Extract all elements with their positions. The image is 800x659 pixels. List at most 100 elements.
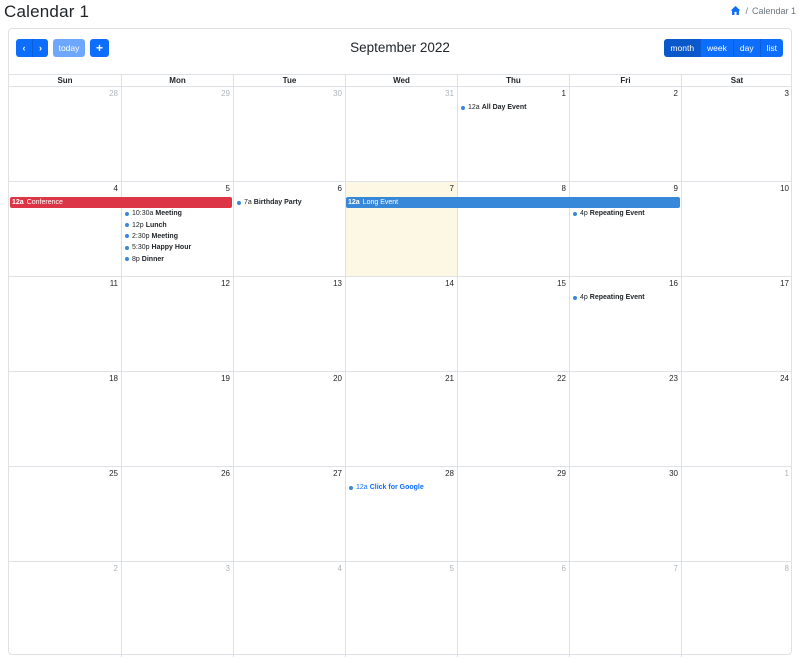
day-cell[interactable]: 30 — [569, 467, 681, 561]
day-cell[interactable]: 24 — [681, 372, 792, 466]
day-number[interactable]: 22 — [557, 374, 566, 383]
day-cell[interactable]: 5 — [345, 562, 457, 657]
day-number[interactable]: 24 — [780, 374, 789, 383]
day-number[interactable]: 30 — [333, 89, 342, 98]
day-cell[interactable]: 20 — [233, 372, 345, 466]
day-number[interactable]: 15 — [557, 279, 566, 288]
day-cell[interactable]: 1 — [681, 467, 792, 561]
day-number[interactable]: 8 — [562, 184, 566, 193]
day-cell[interactable]: 12 — [121, 277, 233, 371]
calendar-event[interactable]: 4p Repeating Event — [570, 208, 645, 219]
day-cell[interactable]: 2 — [569, 87, 681, 181]
day-number[interactable]: 18 — [109, 374, 118, 383]
day-cell[interactable]: 3 — [681, 87, 792, 181]
day-number[interactable]: 13 — [333, 279, 342, 288]
day-cell[interactable]: 2 — [9, 562, 121, 657]
day-number[interactable]: 5 — [450, 564, 454, 573]
calendar-event[interactable]: 12p Lunch — [122, 220, 167, 231]
day-cell[interactable]: 8 — [681, 562, 792, 657]
day-cell[interactable]: 22 — [457, 372, 569, 466]
day-number[interactable]: 10 — [780, 184, 789, 193]
day-number[interactable]: 4 — [114, 184, 118, 193]
day-number[interactable]: 17 — [780, 279, 789, 288]
day-number[interactable]: 30 — [669, 469, 678, 478]
day-cell[interactable]: 29 — [457, 467, 569, 561]
week-row: 4 5 6 7 8 9 10 12a Conference 12a Long Event 10:30a… — [9, 182, 792, 277]
day-cell[interactable]: 10 — [681, 182, 792, 276]
day-cell[interactable]: 17 — [681, 277, 792, 371]
view-week-button[interactable]: week — [700, 39, 733, 57]
day-number[interactable]: 6 — [338, 184, 342, 193]
day-number[interactable]: 26 — [221, 469, 230, 478]
day-number[interactable]: 12 — [221, 279, 230, 288]
day-cell[interactable]: 25 — [9, 467, 121, 561]
day-number[interactable]: 25 — [109, 469, 118, 478]
day-number[interactable]: 3 — [226, 564, 230, 573]
day-number[interactable]: 21 — [445, 374, 454, 383]
day-number[interactable]: 7 — [674, 564, 678, 573]
day-number[interactable]: 29 — [557, 469, 566, 478]
day-number[interactable]: 8 — [785, 564, 789, 573]
calendar-event[interactable]: 12a All Day Event — [458, 102, 526, 113]
day-cell[interactable]: 7 — [569, 562, 681, 657]
day-number[interactable]: 7 — [450, 184, 454, 193]
day-cell[interactable]: 31 — [345, 87, 457, 181]
event-title: All Day Event — [481, 104, 527, 111]
day-number[interactable]: 14 — [445, 279, 454, 288]
day-number[interactable]: 16 — [669, 279, 678, 288]
weekday-header: Sun Mon Tue Wed Thu Fri Sat — [9, 74, 792, 87]
day-cell[interactable]: 18 — [9, 372, 121, 466]
calendar-event[interactable]: 12a Click for Google — [346, 482, 424, 493]
day-number[interactable]: 1 — [785, 469, 789, 478]
day-number[interactable]: 31 — [445, 89, 454, 98]
event-dot-icon — [573, 295, 577, 300]
day-number[interactable]: 6 — [562, 564, 566, 573]
day-number[interactable]: 2 — [114, 564, 118, 573]
day-cell[interactable]: 21 — [345, 372, 457, 466]
day-number[interactable]: 1 — [562, 89, 566, 98]
day-cell[interactable]: 6 — [457, 562, 569, 657]
day-number[interactable]: 29 — [221, 89, 230, 98]
day-number[interactable]: 19 — [221, 374, 230, 383]
day-number[interactable]: 20 — [333, 374, 342, 383]
day-number[interactable]: 4 — [338, 564, 342, 573]
day-number[interactable]: 9 — [674, 184, 678, 193]
day-number[interactable]: 28 — [445, 469, 454, 478]
day-cell[interactable]: 27 — [233, 467, 345, 561]
calendar-event[interactable]: 5:30p Happy Hour — [122, 242, 191, 253]
day-number[interactable]: 23 — [669, 374, 678, 383]
calendar-event[interactable]: 2:30p Meeting — [122, 231, 178, 242]
day-number[interactable]: 11 — [110, 279, 118, 288]
day-number[interactable]: 28 — [109, 89, 118, 98]
day-cell[interactable]: 15 — [457, 277, 569, 371]
day-cell[interactable]: 13 — [233, 277, 345, 371]
breadcrumb-separator: / — [745, 5, 748, 16]
day-number[interactable]: 27 — [333, 469, 342, 478]
day-cell[interactable]: 28 — [9, 87, 121, 181]
calendar-event[interactable]: 4p Repeating Event — [570, 292, 645, 303]
day-number[interactable]: 5 — [226, 184, 230, 193]
day-cell[interactable]: 3 — [121, 562, 233, 657]
day-cell[interactable]: 26 — [121, 467, 233, 561]
view-month-button[interactable]: month — [664, 39, 701, 57]
calendar-event[interactable]: 7a Birthday Party — [234, 197, 302, 208]
multi-day-event[interactable]: 12a Conference — [10, 197, 232, 208]
multi-day-event[interactable]: 12a Long Event — [346, 197, 680, 208]
calendar-event[interactable]: 10:30a Meeting — [122, 208, 182, 219]
view-list-button[interactable]: list — [759, 39, 783, 57]
day-number[interactable]: 3 — [785, 89, 789, 98]
day-cell[interactable]: 14 — [345, 277, 457, 371]
day-cell[interactable]: 29 — [121, 87, 233, 181]
weekday-fri: Fri — [569, 75, 681, 86]
event-time: 7a — [244, 199, 252, 206]
day-cell[interactable]: 4 — [233, 562, 345, 657]
view-day-button[interactable]: day — [732, 39, 760, 57]
day-cell[interactable]: 23 — [569, 372, 681, 466]
calendar-event[interactable]: 8p Dinner — [122, 254, 164, 265]
day-cell[interactable]: 19 — [121, 372, 233, 466]
day-number[interactable]: 2 — [674, 89, 678, 98]
day-cell[interactable]: 11 — [9, 277, 121, 371]
day-cell[interactable]: 30 — [233, 87, 345, 181]
home-icon[interactable] — [730, 5, 741, 16]
month-grid: Sun Mon Tue Wed Thu Fri Sat 28 29 30 31 1 2 3 12a All … — [9, 74, 792, 657]
